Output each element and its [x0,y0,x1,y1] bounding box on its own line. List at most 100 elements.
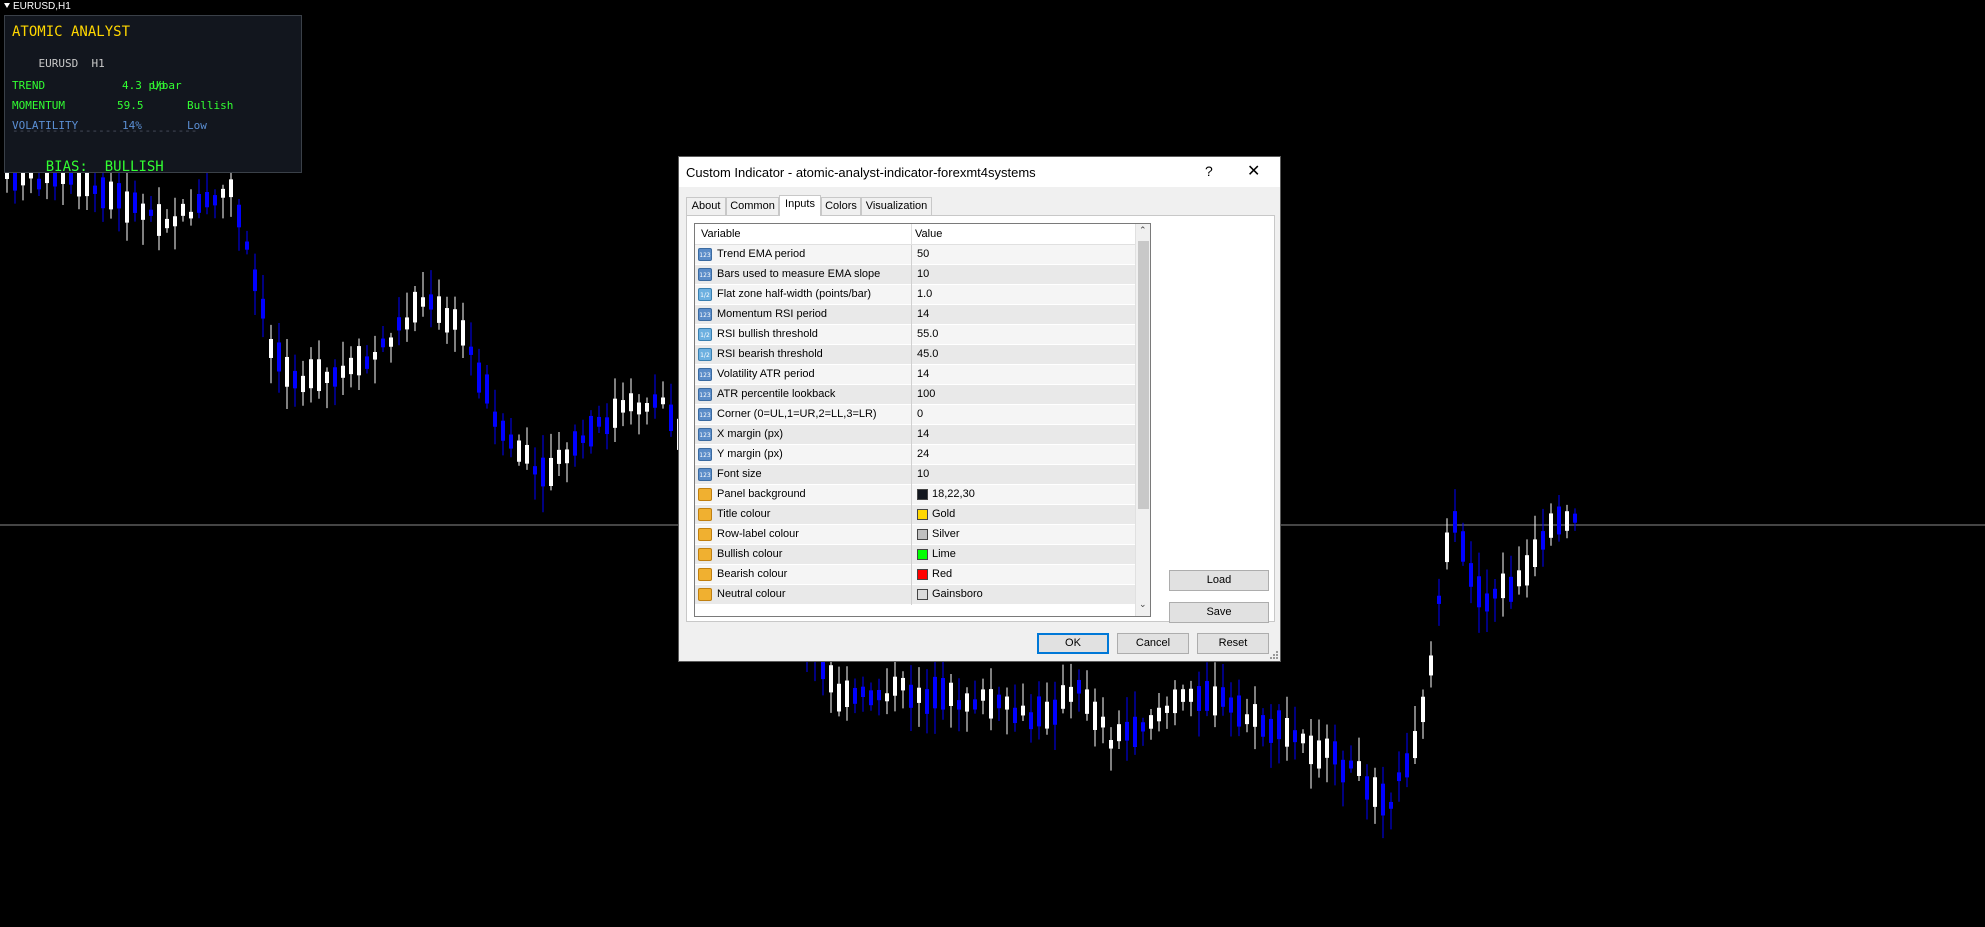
param-value[interactable]: Red [932,568,952,580]
param-row[interactable]: Panel background 18,22,30 [695,485,1135,505]
param-row[interactable]: 1/2 Flat zone half-width (points/bar) 1.0 [695,285,1135,305]
grid-header: Variable Value [695,224,1135,245]
candle-body [845,680,849,708]
candle-body [1397,772,1401,782]
param-name: Corner (0=UL,1=UR,2=LL,3=LR) [717,408,877,420]
param-value[interactable]: 10 [917,468,929,480]
param-value[interactable]: 24 [917,448,929,460]
param-row[interactable]: 123 X margin (px) 14 [695,425,1135,445]
custom-indicator-dialog: Custom Indicator - atomic-analyst-indica… [678,156,1281,662]
integer-type-icon: 123 [698,268,712,281]
param-value[interactable]: 10 [917,268,929,280]
load-button[interactable]: Load [1169,570,1269,591]
candle-body [1285,718,1289,747]
candle-body [333,367,337,387]
param-name: Row-label colour [717,528,799,540]
tab-visualization[interactable]: Visualization [861,197,932,215]
param-value[interactable]: Gold [932,508,955,520]
color-swatch[interactable] [917,569,928,580]
param-value[interactable]: 100 [917,388,935,400]
color-swatch[interactable] [917,489,928,500]
param-row[interactable]: Bearish colour Red [695,565,1135,585]
candle-body [965,693,969,712]
panel-symbol: EURUSD H1 [12,44,105,83]
param-row[interactable]: 123 Trend EMA period 50 [695,245,1135,265]
candle-body [621,400,625,413]
tab-common[interactable]: Common [726,197,779,215]
candle-body [1181,689,1185,702]
help-button[interactable]: ? [1205,163,1213,179]
ok-button[interactable]: OK [1037,633,1109,654]
param-value[interactable]: 14 [917,308,929,320]
save-button[interactable]: Save [1169,602,1269,623]
candle-body [1469,563,1473,587]
color-swatch[interactable] [917,589,928,600]
indicator-panel: ATOMIC ANALYST EURUSD H1 TREND 4.3 p/bar U… [4,15,302,175]
column-header-variable[interactable]: Variable [701,228,741,240]
param-row[interactable]: Bullish colour Lime [695,545,1135,565]
param-row[interactable]: 1/2 RSI bullish threshold 55.0 [695,325,1135,345]
candle-body [509,434,513,449]
param-row[interactable]: 123 Font size 10 [695,465,1135,485]
cancel-button[interactable]: Cancel [1117,633,1189,654]
candle-body [853,687,857,704]
param-value[interactable]: Silver [932,528,960,540]
param-value[interactable]: 55.0 [917,328,938,340]
param-value[interactable]: Gainsboro [932,588,983,600]
param-row[interactable]: Row-label colour Silver [695,525,1135,545]
resize-grip-icon[interactable] [1270,651,1278,659]
scroll-down-icon[interactable]: ⌄ [1139,599,1147,610]
tab-about[interactable]: About [686,197,726,215]
color-swatch[interactable] [917,529,928,540]
param-row[interactable]: 123 Bars used to measure EMA slope 10 [695,265,1135,285]
param-row[interactable]: 123 Momentum RSI period 14 [695,305,1135,325]
candle-body [413,291,417,323]
color-type-icon [698,588,712,601]
integer-type-icon: 123 [698,248,712,261]
candle-body [829,665,833,693]
scroll-up-icon[interactable]: ⌃ [1139,225,1147,236]
param-row[interactable]: 123 Y margin (px) 24 [695,445,1135,465]
param-value[interactable]: 50 [917,248,929,260]
candle-body [1269,718,1273,743]
param-name: Trend EMA period [717,248,806,260]
dialog-title: Custom Indicator - atomic-analyst-indica… [686,165,1036,180]
candle-body [541,457,545,487]
param-value[interactable]: 14 [917,368,929,380]
candle-body [189,211,193,219]
param-row[interactable]: 123 ATR percentile lookback 100 [695,385,1135,405]
color-swatch[interactable] [917,549,928,560]
scroll-thumb[interactable] [1138,241,1149,509]
column-header-value[interactable]: Value [915,228,942,240]
color-type-icon [698,548,712,561]
candle-body [869,690,873,706]
candle-body [1437,595,1441,604]
param-row[interactable]: Neutral colour Gainsboro [695,585,1135,605]
tab-inputs[interactable]: Inputs [779,195,821,216]
grid-scrollbar[interactable]: ⌃ ⌄ [1135,224,1150,616]
candle-body [309,359,313,389]
inputs-grid: Variable Value 123 Trend EMA period 50 123 B… [694,223,1151,617]
candle-body [565,449,569,464]
param-row[interactable]: 1/2 RSI bearish threshold 45.0 [695,345,1135,365]
param-row[interactable]: 123 Corner (0=UL,1=UR,2=LL,3=LR) 0 [695,405,1135,425]
param-value[interactable]: 1.0 [917,288,932,300]
param-value[interactable]: 0 [917,408,923,420]
close-icon[interactable]: ✕ [1247,161,1260,181]
param-value[interactable]: 18,22,30 [932,488,975,500]
candle-body [165,218,169,229]
param-value[interactable]: 45.0 [917,348,938,360]
param-row[interactable]: 123 Volatility ATR period 14 [695,365,1135,385]
param-row[interactable]: Title colour Gold [695,505,1135,525]
dialog-titlebar[interactable]: Custom Indicator - atomic-analyst-indica… [679,157,1280,187]
param-value[interactable]: Lime [932,548,956,560]
candle-body [1301,733,1305,744]
candle-body [1061,685,1065,709]
color-swatch[interactable] [917,509,928,520]
chart-symbol-label[interactable]: EURUSD,H1 [4,1,71,12]
reset-button[interactable]: Reset [1197,633,1269,654]
tab-colors[interactable]: Colors [821,197,861,215]
candle-body [1117,724,1121,742]
candle-body [1413,731,1417,759]
param-value[interactable]: 14 [917,428,929,440]
